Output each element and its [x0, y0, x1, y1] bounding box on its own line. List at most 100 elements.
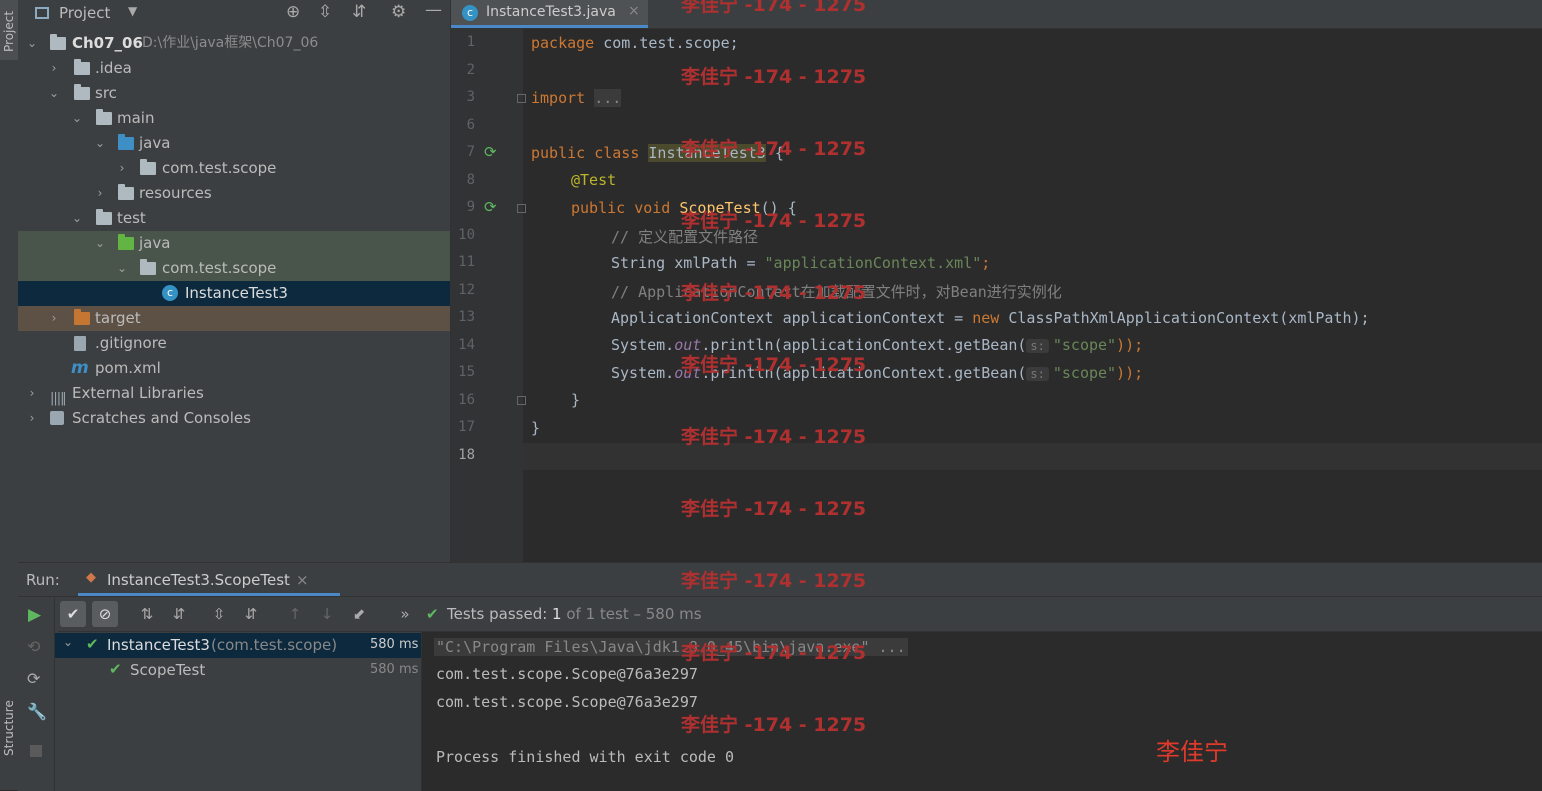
tree-item-instancetest3[interactable]: c InstanceTest3: [18, 281, 450, 306]
check-icon: ✔: [109, 660, 122, 678]
fold-icon[interactable]: [517, 94, 526, 103]
tree-item-label: main: [117, 109, 155, 127]
rerun-failed-icon[interactable]: ⟲: [27, 637, 40, 656]
test-name: InstanceTest3: [107, 636, 210, 654]
watermark-name: 李佳宁: [1156, 738, 1228, 766]
test-runner-toolbar: ✔ ⊘ ⇅ ⇵ ⇳ ⇵ ↑ ↓ ⬋ » ✔ Tests passed: 1 of…: [58, 597, 1542, 632]
package-icon: [140, 159, 156, 175]
chevron-down-icon[interactable]: ⌄: [116, 256, 128, 281]
editor-tab-instancetest3[interactable]: c InstanceTest3.java ×: [451, 0, 648, 28]
show-passed-icon[interactable]: ✔: [60, 601, 86, 627]
tree-item-gitignore[interactable]: .gitignore: [18, 331, 450, 356]
run-test-icon[interactable]: ⟳: [484, 198, 497, 216]
project-view-icon: [35, 7, 49, 19]
rerun-icon[interactable]: ▶: [28, 605, 41, 625]
tree-item-src[interactable]: ⌄ src: [18, 81, 450, 106]
run-tab-scopetest[interactable]: ◆ InstanceTest3.ScopeTest ×: [78, 563, 340, 596]
chevron-right-icon[interactable]: ›: [116, 156, 128, 181]
tree-item-external-libraries[interactable]: › |||‖ External Libraries: [18, 381, 450, 406]
minimize-icon[interactable]: —: [425, 0, 442, 20]
test-row-method[interactable]: ✔ ScopeTest 580 ms: [55, 658, 421, 683]
structure-tool-tab[interactable]: Structure: [0, 690, 18, 770]
watermark-text: 李佳宁 -174 - 1275: [681, 714, 867, 736]
chevron-right-icon[interactable]: ›: [48, 306, 60, 331]
console-output[interactable]: "C:\Program Files\Java\jdk1.8.0_45\bin\j…: [422, 632, 1542, 791]
tree-item-test-java[interactable]: ⌄ java: [18, 231, 450, 256]
line-number: 15: [458, 364, 475, 380]
chevron-right-icon[interactable]: ›: [26, 381, 38, 406]
code-line-8[interactable]: @Test: [571, 171, 616, 189]
gear-icon[interactable]: ⚙: [391, 2, 406, 22]
code-line-17[interactable]: }: [531, 419, 540, 437]
class-icon: c: [162, 285, 178, 301]
chevron-down-icon[interactable]: ⌄: [94, 231, 106, 256]
code-line-3[interactable]: import ...: [531, 89, 622, 107]
tree-item-main-java[interactable]: ⌄ java: [18, 131, 450, 156]
tree-item-resources[interactable]: › resources: [18, 181, 450, 206]
chevron-down-icon[interactable]: ⌄: [26, 31, 38, 56]
close-icon[interactable]: ×: [628, 3, 640, 19]
locate-icon[interactable]: ⊕: [286, 2, 300, 22]
test-row-class[interactable]: ⌄ ✔ InstanceTest3 (com.test.scope) 580 m…: [55, 633, 421, 658]
chevron-down-icon[interactable]: ⌄: [71, 206, 83, 231]
chevron-down-icon[interactable]: ⌄: [48, 81, 60, 106]
tree-item-main[interactable]: ⌄ main: [18, 106, 450, 131]
tree-item-scratches[interactable]: › Scratches and Consoles: [18, 406, 450, 431]
project-tool-tab[interactable]: Project: [0, 0, 18, 60]
close-icon[interactable]: ×: [296, 571, 309, 589]
tree-item-label: resources: [139, 184, 212, 202]
tree-item-label: com.test.scope: [162, 159, 277, 177]
watermark-text: 李佳宁 -174 - 1275: [681, 570, 867, 592]
watermark-text: 李佳宁 -174 - 1275: [681, 210, 867, 232]
expand-all-icon[interactable]: ⇳: [318, 2, 332, 22]
more-icon[interactable]: »: [392, 601, 418, 627]
class-icon: c: [462, 5, 478, 21]
chevron-right-icon[interactable]: ›: [26, 406, 38, 431]
folder-icon: [96, 209, 112, 225]
tree-item-target[interactable]: › target: [18, 306, 450, 331]
tree-item-idea[interactable]: › .idea: [18, 56, 450, 81]
sort-alpha-icon[interactable]: ⇅: [134, 601, 160, 627]
show-ignored-icon[interactable]: ⊘: [92, 601, 118, 627]
tree-item-label: target: [95, 309, 141, 327]
stop-icon[interactable]: [30, 745, 42, 757]
toggle-auto-test-icon[interactable]: ⟳: [27, 669, 40, 688]
left-tool-stripe: Project Structure: [0, 0, 19, 790]
wrench-icon[interactable]: 🔧: [27, 702, 47, 721]
console-line: com.test.scope.Scope@76a3e297: [436, 665, 698, 683]
test-name: ScopeTest: [130, 661, 206, 679]
test-source-folder-icon: [118, 234, 134, 250]
tree-item-label: Ch07_06: [72, 34, 143, 52]
code-line-13[interactable]: ApplicationContext applicationContext = …: [611, 309, 1370, 327]
previous-icon[interactable]: ↑: [282, 601, 308, 627]
tree-item-test[interactable]: ⌄ test: [18, 206, 450, 231]
folded-imports: ...: [594, 89, 622, 107]
chevron-down-icon[interactable]: ⌄: [71, 106, 83, 131]
collapse-all-icon[interactable]: ⇵: [238, 601, 264, 627]
code-line-11[interactable]: String xmlPath = "applicationContext.xml…: [611, 254, 990, 272]
test-package: (com.test.scope): [211, 636, 338, 654]
collapse-all-icon[interactable]: ⇵: [352, 2, 366, 22]
next-icon[interactable]: ↓: [314, 601, 340, 627]
import-tests-icon[interactable]: ⬋: [346, 601, 372, 627]
fold-icon[interactable]: [517, 396, 526, 405]
sort-duration-icon[interactable]: ⇵: [166, 601, 192, 627]
chevron-down-icon[interactable]: ⌄: [94, 131, 106, 156]
chevron-right-icon[interactable]: ›: [48, 56, 60, 81]
tree-item-project-root[interactable]: ⌄ Ch07_06 D:\作业\java框架\Ch07_06: [18, 31, 450, 56]
test-duration: 580 ms: [370, 662, 419, 677]
watermark-text: 李佳宁 -174 - 1275: [681, 426, 867, 448]
chevron-right-icon[interactable]: ›: [94, 181, 106, 206]
code-line-16[interactable]: }: [571, 391, 580, 409]
chevron-down-icon[interactable]: ⌄: [63, 635, 73, 649]
code-line-1[interactable]: package com.test.scope;: [531, 34, 739, 52]
run-test-icon[interactable]: ⟳: [484, 143, 497, 161]
tree-item-test-package[interactable]: ⌄ com.test.scope: [18, 256, 450, 281]
tree-item-main-package[interactable]: › com.test.scope: [18, 156, 450, 181]
watermark-text: 李佳宁 -174 - 1275: [681, 498, 867, 520]
tree-item-pom[interactable]: m pom.xml: [18, 356, 450, 381]
chevron-down-icon[interactable]: ▼: [128, 4, 137, 18]
fold-icon[interactable]: [517, 204, 526, 213]
expand-all-icon[interactable]: ⇳: [206, 601, 232, 627]
project-view-selector[interactable]: Project: [59, 4, 110, 22]
